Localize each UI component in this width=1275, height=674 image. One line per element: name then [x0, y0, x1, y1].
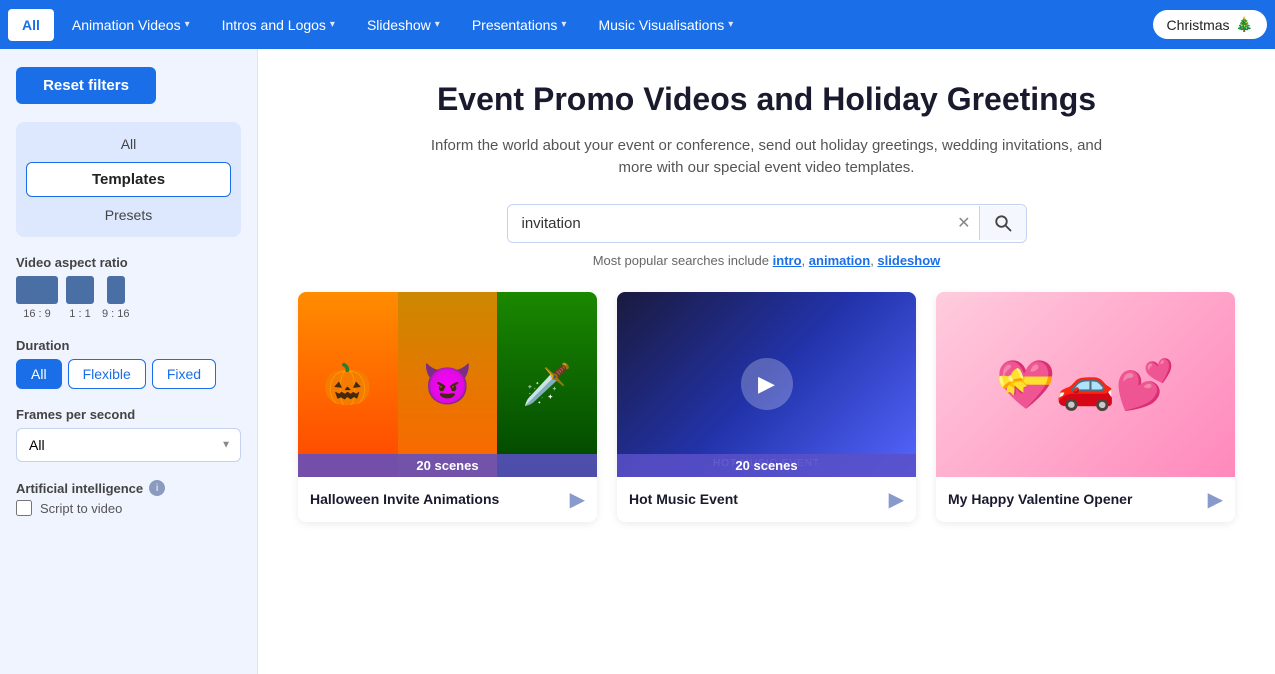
chevron-down-icon: ▾ — [435, 19, 440, 30]
music-thumb: ▶ HOT MUSIC EVENT — [617, 292, 916, 477]
script-to-video-label: Script to video — [40, 501, 122, 516]
layout: Reset filters All Templates Presets Vide… — [0, 49, 1275, 674]
halloween-scenes-badge: 20 scenes — [298, 454, 597, 477]
chevron-down-icon: ▾ — [561, 19, 566, 30]
music-card-bottom: Hot Music Event ▶ — [617, 477, 916, 522]
info-icon[interactable]: i — [149, 480, 165, 496]
duration-group: All Flexible Fixed — [16, 359, 241, 389]
fps-select[interactable]: All 24 30 60 — [16, 428, 241, 462]
ai-row: Artificial intelligence i — [16, 480, 241, 496]
popular-link-intro[interactable]: intro — [773, 253, 802, 268]
nav-item-intros-logos[interactable]: Intros and Logos ▾ — [208, 9, 349, 41]
duration-fixed-button[interactable]: Fixed — [152, 359, 216, 389]
halloween-card-title: Halloween Invite Animations — [310, 490, 499, 508]
halloween-play-button[interactable]: ▶ — [570, 487, 585, 512]
page-subtitle: Inform the world about your event or con… — [417, 135, 1117, 180]
music-card-title: Hot Music Event — [629, 490, 738, 508]
music-scenes-badge: 20 scenes — [617, 454, 916, 477]
aspect-ratio-label: Video aspect ratio — [16, 255, 241, 270]
christmas-icon: 🎄 — [1236, 16, 1253, 33]
page-title: Event Promo Videos and Holiday Greetings — [298, 79, 1235, 121]
aspect-9-16-label: 9 : 16 — [102, 308, 130, 320]
chevron-down-icon: ▾ — [728, 19, 733, 30]
aspect-square-icon — [66, 276, 94, 304]
script-row: Script to video — [16, 500, 241, 516]
duration-label: Duration — [16, 338, 241, 353]
duration-section: Duration All Flexible Fixed — [16, 338, 241, 389]
card-valentine: 💝🚗💕 My Happy Valentine Opener ▶ — [936, 292, 1235, 522]
music-play-button[interactable]: ▶ — [889, 487, 904, 512]
aspect-16-9-label: 16 : 9 — [23, 308, 51, 320]
search-input[interactable] — [508, 205, 950, 242]
search-bar: ✕ — [507, 204, 1027, 243]
chevron-down-icon: ▾ — [185, 19, 190, 30]
valentine-thumb: 💝🚗💕 — [936, 292, 1235, 477]
halloween-panel-2: 😈 — [398, 292, 498, 477]
nav-item-slideshow[interactable]: Slideshow ▾ — [353, 9, 454, 41]
sidebar: Reset filters All Templates Presets Vide… — [0, 49, 258, 674]
aspect-1-1[interactable]: 1 : 1 — [66, 276, 94, 320]
search-icon — [994, 214, 1012, 232]
aspect-16-9[interactable]: 16 : 9 — [16, 276, 58, 320]
christmas-label: Christmas — [1167, 17, 1230, 33]
ai-label: Artificial intelligence — [16, 481, 143, 496]
duration-flexible-button[interactable]: Flexible — [68, 359, 146, 389]
filter-templates[interactable]: Templates — [26, 162, 231, 197]
fps-wrapper: All 24 30 60 — [16, 428, 241, 462]
nav-item-presentations[interactable]: Presentations ▾ — [458, 9, 581, 41]
aspect-ratio-section: Video aspect ratio 16 : 9 1 : 1 9 : 16 — [16, 255, 241, 320]
search-button[interactable] — [979, 206, 1026, 240]
halloween-thumb-inner: 🎃 😈 🗡️ — [298, 292, 597, 477]
ai-section: Artificial intelligence i Script to vide… — [16, 480, 241, 516]
valentine-card-title: My Happy Valentine Opener — [948, 490, 1132, 508]
nav-item-animation-videos[interactable]: Animation Videos ▾ — [58, 9, 204, 41]
aspect-tall-icon — [107, 276, 125, 304]
reset-filters-button[interactable]: Reset filters — [16, 67, 156, 104]
halloween-panel-1: 🎃 — [298, 292, 398, 477]
aspect-1-1-label: 1 : 1 — [69, 308, 90, 320]
fps-label: Frames per second — [16, 407, 241, 422]
top-nav: All Animation Videos ▾ Intros and Logos … — [0, 0, 1275, 49]
aspect-wide-icon — [16, 276, 58, 304]
filter-type-group: All Templates Presets — [16, 122, 241, 237]
card-grid: 🎃 😈 🗡️ 20 scenes Halloween Invite Animat… — [298, 292, 1235, 522]
valentine-scene: 💝🚗💕 — [996, 356, 1175, 413]
filter-presets[interactable]: Presets — [105, 203, 152, 227]
chevron-down-icon: ▾ — [330, 19, 335, 30]
main-content: Event Promo Videos and Holiday Greetings… — [258, 49, 1275, 674]
script-to-video-checkbox[interactable] — [16, 500, 32, 516]
clear-search-icon[interactable]: ✕ — [949, 213, 978, 233]
card-music: ▶ HOT MUSIC EVENT 20 scenes Hot Music Ev… — [617, 292, 916, 522]
aspect-9-16[interactable]: 9 : 16 — [102, 276, 130, 320]
popular-searches: Most popular searches include intro, ani… — [298, 253, 1235, 268]
valentine-play-button[interactable]: ▶ — [1208, 487, 1223, 512]
valentine-card-bottom: My Happy Valentine Opener ▶ — [936, 477, 1235, 522]
christmas-button[interactable]: Christmas 🎄 — [1153, 10, 1267, 39]
popular-link-slideshow[interactable]: slideshow — [877, 253, 940, 268]
card-valentine-thumb: 💝🚗💕 — [936, 292, 1235, 477]
fps-section: Frames per second All 24 30 60 — [16, 407, 241, 462]
nav-item-all[interactable]: All — [8, 9, 54, 41]
popular-link-animation[interactable]: animation — [809, 253, 870, 268]
duration-all-button[interactable]: All — [16, 359, 62, 389]
halloween-card-bottom: Halloween Invite Animations ▶ — [298, 477, 597, 522]
aspect-ratio-group: 16 : 9 1 : 1 9 : 16 — [16, 276, 241, 320]
nav-item-music-visualisations[interactable]: Music Visualisations ▾ — [584, 9, 747, 41]
filter-all[interactable]: All — [121, 132, 137, 156]
halloween-panel-3: 🗡️ — [497, 292, 597, 477]
card-halloween: 🎃 😈 🗡️ 20 scenes Halloween Invite Animat… — [298, 292, 597, 522]
card-music-thumb: ▶ HOT MUSIC EVENT 20 scenes — [617, 292, 916, 477]
music-play-overlay[interactable]: ▶ — [741, 358, 793, 410]
card-halloween-thumb: 🎃 😈 🗡️ 20 scenes — [298, 292, 597, 477]
